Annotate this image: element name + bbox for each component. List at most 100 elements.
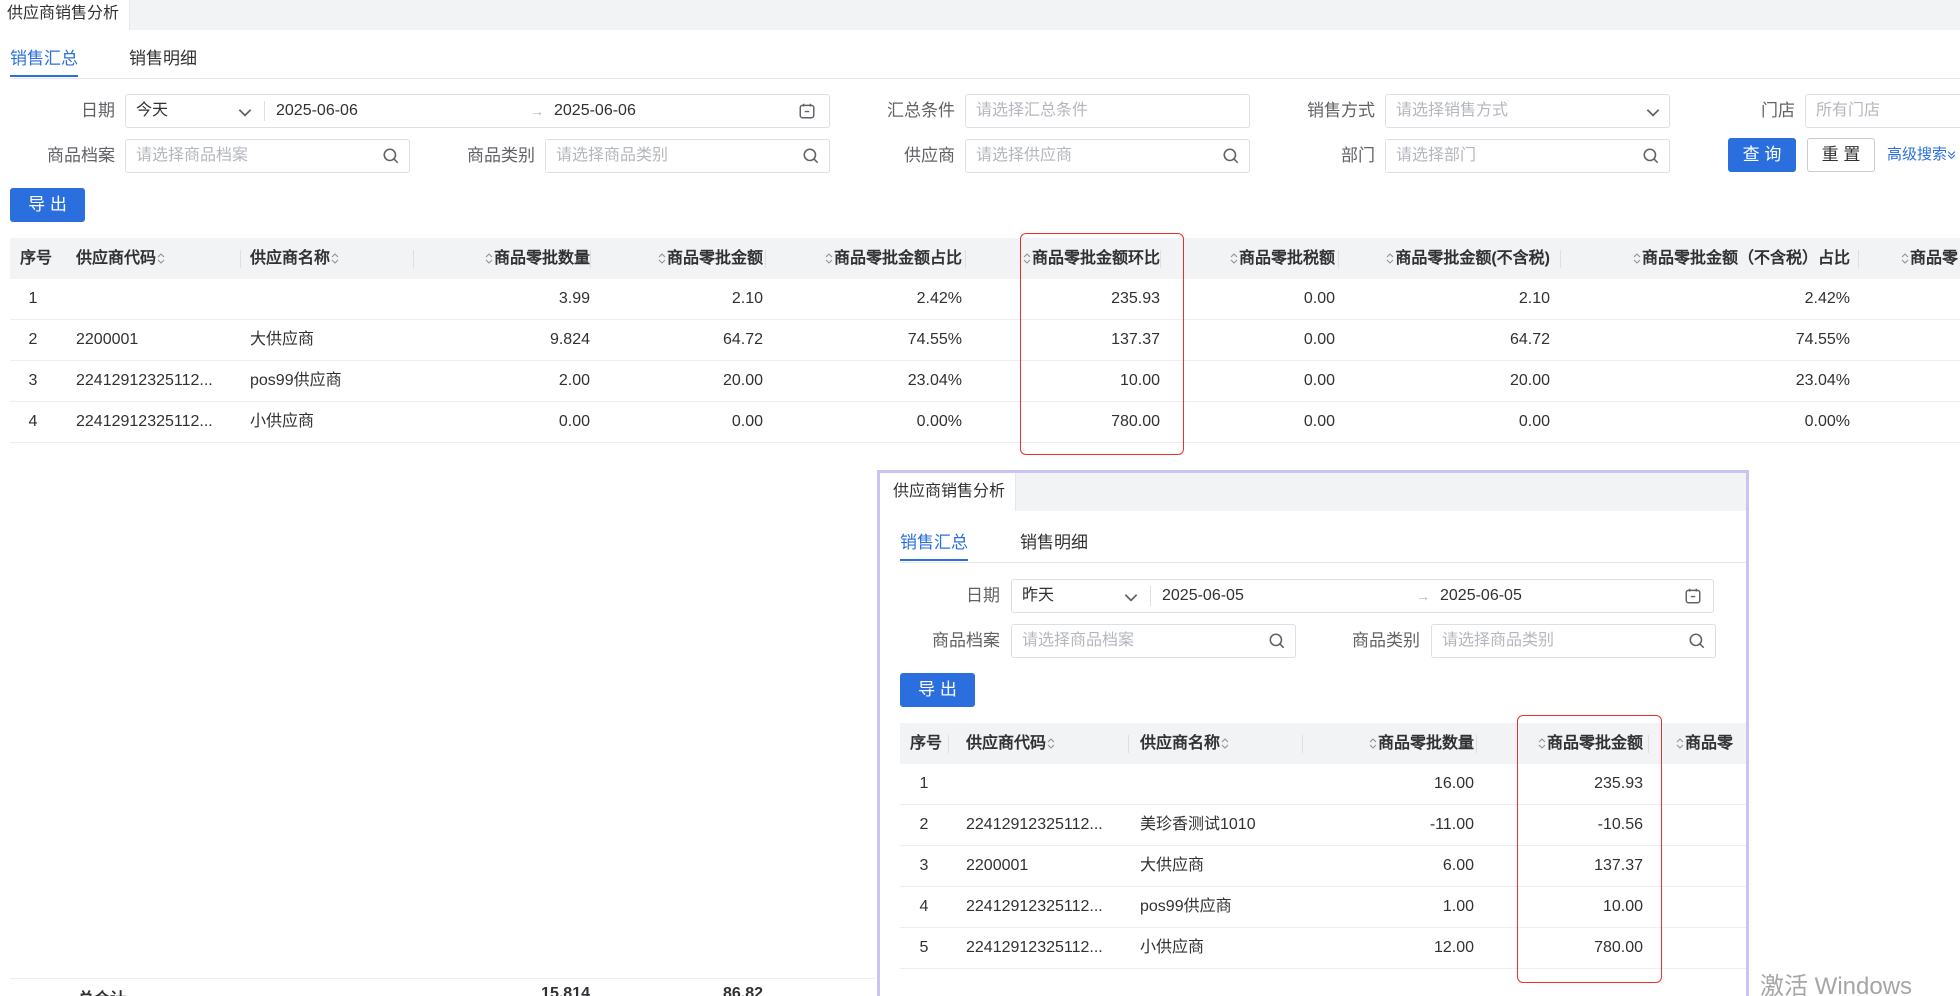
cell-index: 1 — [919, 775, 929, 792]
overlay-tab-sales-summary[interactable]: 销售汇总 — [900, 528, 968, 561]
sort-icon[interactable] — [1023, 252, 1031, 265]
tab-sales-summary[interactable]: 销售汇总 — [10, 44, 78, 77]
col-header-retail-qty[interactable]: 商品零批数量 — [1340, 723, 1474, 764]
col-header-label: 商品零 — [1685, 735, 1734, 752]
overlay-export-button[interactable]: 导 出 — [900, 673, 975, 707]
sort-icon[interactable] — [1047, 737, 1055, 750]
chevron-down-icon[interactable] — [1122, 588, 1140, 606]
search-icon[interactable] — [1268, 632, 1286, 650]
cell-retail-amount: 0.00 — [731, 413, 763, 430]
table-row[interactable]: 3 2200001 大供应商 6.00 137.37 — [900, 846, 1746, 887]
calendar-icon[interactable] — [1684, 587, 1702, 605]
sort-icon[interactable] — [1633, 252, 1641, 265]
overlay-product-input[interactable]: 请选择商品档案 — [1011, 624, 1296, 658]
advanced-search-link[interactable]: 高级搜索 — [1887, 138, 1956, 172]
column-separator — [1858, 250, 1859, 268]
table-row[interactable]: 1 16.00 235.93 — [900, 764, 1746, 805]
col-header-supplier-code[interactable]: 供应商代码 — [76, 238, 166, 279]
cell-amount-share: 74.55% — [907, 331, 962, 348]
cell-supplier-name: 美珍香测试1010 — [1140, 816, 1256, 833]
search-icon[interactable] — [1688, 632, 1706, 650]
col-header-excl-tax-share[interactable]: 商品零批金额（不含税）占比 — [1590, 238, 1850, 279]
overlay-category-input[interactable]: 请选择商品类别 — [1431, 624, 1716, 658]
sort-icon[interactable] — [1221, 737, 1229, 750]
col-header-retail-qty[interactable]: 商品零批数量 — [460, 238, 590, 279]
overlay-date-range-picker[interactable]: 昨天 2025-06-05 → 2025-06-05 — [1011, 579, 1714, 613]
col-header-amount-excl-tax[interactable]: 商品零批金额(不含税) — [1350, 238, 1550, 279]
overlay-page-tab[interactable]: 供应商销售分析 — [880, 473, 1017, 511]
export-button[interactable]: 导 出 — [10, 188, 85, 222]
date-range-picker[interactable]: 今天 2025-06-06 → 2025-06-06 — [125, 94, 830, 128]
column-separator — [413, 250, 414, 268]
cell-retail-qty: 0.00 — [558, 413, 590, 430]
overlay-date-end[interactable]: 2025-06-05 — [1440, 580, 1522, 612]
col-header-supplier-code[interactable]: 供应商代码 — [966, 723, 1056, 764]
cell-supplier-code: 22412912325112... — [966, 816, 1103, 833]
search-icon[interactable] — [1642, 147, 1660, 165]
sort-icon[interactable] — [1230, 252, 1238, 265]
sort-icon[interactable] — [825, 252, 833, 265]
cell-index: 2 — [919, 816, 929, 833]
sale-mode-placeholder: 请选择销售方式 — [1396, 102, 1509, 119]
cell-excl-tax-share: 23.04% — [1795, 372, 1850, 389]
col-header-amount-share[interactable]: 商品零批金额占比 — [785, 238, 962, 279]
summary-condition-select[interactable]: 请选择汇总条件 — [965, 94, 1250, 128]
cell-supplier-name: 小供应商 — [250, 413, 315, 430]
sub-tabs-divider — [10, 78, 1960, 79]
col-header-label: 供应商名称 — [250, 250, 331, 267]
cell-supplier-code: 22412912325112... — [966, 898, 1103, 915]
sort-icon[interactable] — [1386, 252, 1394, 265]
sort-icon[interactable] — [1676, 737, 1684, 750]
tab-sales-detail[interactable]: 销售明细 — [129, 44, 197, 74]
product-input[interactable]: 请选择商品档案 — [125, 139, 410, 173]
sort-icon[interactable] — [485, 252, 493, 265]
reset-button[interactable]: 重 置 — [1807, 138, 1875, 172]
col-header-supplier-name[interactable]: 供应商名称 — [1140, 723, 1230, 764]
search-icon[interactable] — [382, 147, 400, 165]
col-header-truncated[interactable]: 商品零 — [1900, 238, 1960, 279]
sort-icon[interactable] — [331, 252, 339, 265]
table-row[interactable]: 4 22412912325112... pos99供应商 1.00 10.00 — [900, 887, 1746, 928]
cell-retail-qty: 6.00 — [1442, 857, 1474, 874]
total-label: 总合计 — [78, 985, 126, 996]
department-input[interactable]: 请选择部门 — [1385, 139, 1670, 173]
overlay-tab-sales-detail[interactable]: 销售明细 — [1020, 528, 1088, 558]
date-start-value[interactable]: 2025-06-06 — [276, 95, 358, 127]
sort-icon[interactable] — [1369, 737, 1377, 750]
col-header-supplier-name[interactable]: 供应商名称 — [250, 238, 340, 279]
query-button[interactable]: 查 询 — [1728, 138, 1796, 172]
search-icon[interactable] — [802, 147, 820, 165]
table-row[interactable]: 3 22412912325112... pos99供应商 2.00 20.00 … — [10, 361, 1960, 402]
sort-icon[interactable] — [157, 252, 165, 265]
col-header-amount-mom[interactable]: 商品零批金额环比 — [985, 238, 1160, 279]
table-row[interactable]: 4 22412912325112... 小供应商 0.00 0.00 0.00%… — [10, 402, 1960, 443]
sort-icon[interactable] — [658, 252, 666, 265]
category-input[interactable]: 请选择商品类别 — [545, 139, 830, 173]
store-select[interactable]: 所有门店 — [1805, 94, 1960, 128]
table-row[interactable]: 1 3.99 2.10 2.42% 235.93 0.00 2.10 2.42% — [10, 279, 1960, 320]
date-preset-value[interactable]: 今天 — [136, 95, 168, 127]
col-header-retail-amount[interactable]: 商品零批金额 — [1510, 723, 1643, 764]
sort-icon[interactable] — [1901, 252, 1909, 265]
supplier-input[interactable]: 请选择供应商 — [965, 139, 1250, 173]
col-header-retail-amount[interactable]: 商品零批金额 — [630, 238, 763, 279]
table-row[interactable]: 2 2200001 大供应商 9.824 64.72 74.55% 137.37… — [10, 320, 1960, 361]
sale-mode-select[interactable]: 请选择销售方式 — [1385, 94, 1670, 128]
chevron-down-icon[interactable] — [1644, 103, 1662, 121]
overlay-date-start[interactable]: 2025-06-05 — [1162, 580, 1244, 612]
chevron-down-icon[interactable] — [236, 103, 254, 121]
col-header-truncated[interactable]: 商品零 — [1675, 723, 1746, 764]
overlay-screenshot-previous-day: 供应商销售分析 销售汇总 销售明细 日期 昨天 2025-06-05 → 202… — [877, 470, 1749, 996]
sort-icon[interactable] — [1538, 737, 1546, 750]
overlay-date-preset[interactable]: 昨天 — [1022, 580, 1054, 612]
page-tab-supplier-sales[interactable]: 供应商销售分析 — [0, 0, 131, 30]
calendar-icon[interactable] — [798, 102, 816, 120]
table-row[interactable]: 5 22412912325112... 小供应商 12.00 780.00 — [900, 928, 1746, 969]
col-header-tax[interactable]: 商品零批税额 — [1195, 238, 1335, 279]
column-separator — [1128, 735, 1129, 753]
column-separator — [1302, 735, 1303, 753]
table-row[interactable]: 2 22412912325112... 美珍香测试1010 -11.00 -10… — [900, 805, 1746, 846]
date-end-value[interactable]: 2025-06-06 — [554, 95, 636, 127]
total-row: 总合计 15.814 86.82 — [10, 978, 875, 996]
search-icon[interactable] — [1222, 147, 1240, 165]
